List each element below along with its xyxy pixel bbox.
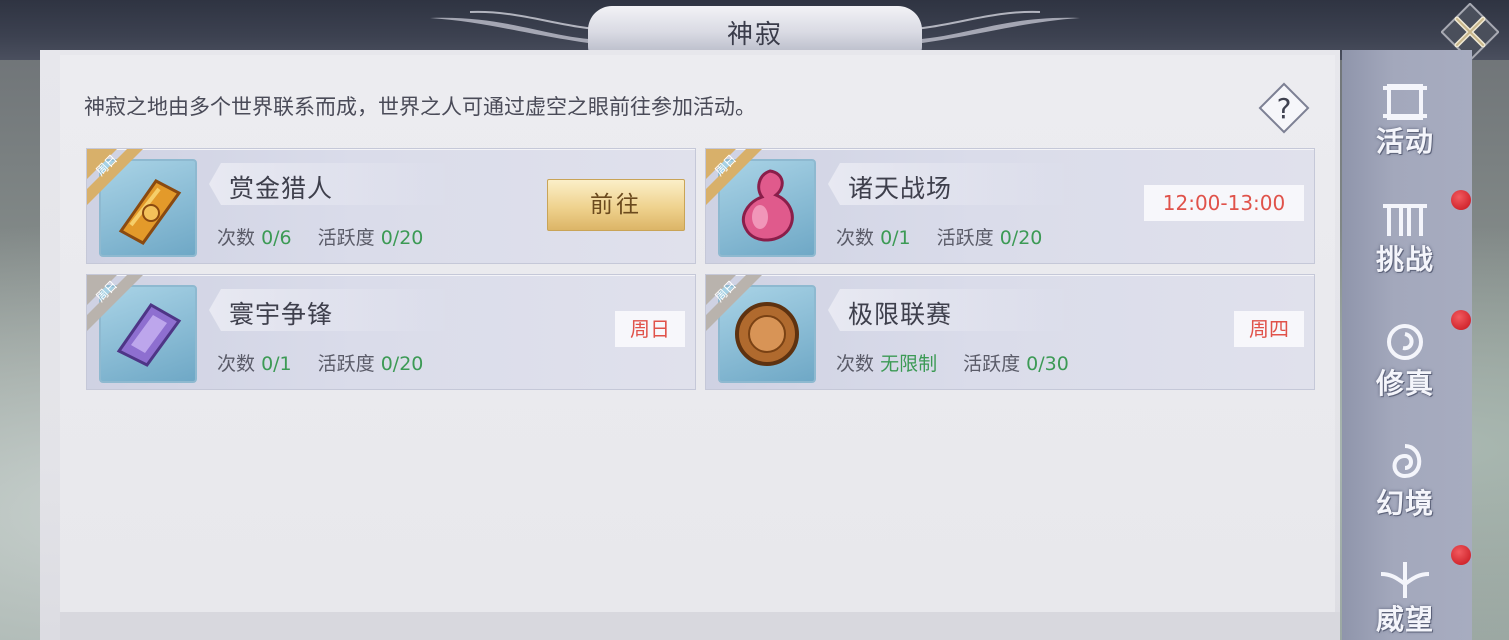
swirl-icon: [1387, 324, 1423, 360]
sidebar-item-label: 威望: [1375, 603, 1434, 636]
scroll-icon: [1383, 84, 1427, 120]
activity-label: 活跃度: [963, 353, 1021, 375]
weekly-ribbon: 周日: [706, 275, 762, 331]
activity-card-battlefield[interactable]: 周日 诸天战场 次数 0/1 活跃度 0/20 12:00-13:00: [705, 148, 1315, 264]
activity-value: 0/20: [999, 227, 1043, 249]
activity-name: 赏金猎人: [229, 174, 334, 203]
activity-label: 活跃度: [317, 227, 375, 249]
intro-text: 神寂之地由多个世界联系而成，世界之人可通过虚空之眼前往参加活动。: [84, 95, 756, 119]
count-label: 次数: [836, 353, 875, 375]
weekly-ribbon: 周日: [87, 275, 143, 331]
question-icon: ?: [1258, 82, 1310, 134]
sidebar-item-label: 活动: [1375, 125, 1434, 158]
title-ornament-left: [430, 10, 610, 46]
activity-card-extreme-league[interactable]: 周日 极限联赛 次数 无限制 活跃度 0/30 周四: [705, 274, 1315, 390]
go-button[interactable]: 前往: [547, 179, 685, 231]
time-window: 12:00-13:00: [1144, 185, 1304, 221]
notification-dot-cultivation: [1451, 310, 1471, 330]
sidebar-item-prestige[interactable]: 威望: [1360, 560, 1450, 638]
open-day: 周日: [615, 311, 685, 347]
sidebar-item-challenge[interactable]: 挑战: [1360, 200, 1450, 278]
sidebar-item-label: 修真: [1375, 367, 1434, 400]
notification-dot-prestige: [1451, 545, 1471, 565]
activity-stats: 次数 无限制 活跃度 0/30: [836, 349, 1069, 376]
panel-footer-strip: [60, 612, 1340, 640]
activity-stats: 次数 0/1 活跃度 0/20: [217, 349, 423, 376]
sidebar-item-label: 幻境: [1375, 487, 1434, 520]
count-value: 0/1: [880, 227, 911, 249]
sidebar-item-activity[interactable]: 活动: [1360, 82, 1450, 160]
activity-name: 诸天战场: [848, 174, 953, 203]
weekly-ribbon: 周日: [87, 149, 143, 205]
gate-icon: [1383, 204, 1427, 236]
help-button[interactable]: ?: [1256, 80, 1312, 136]
svg-text:?: ?: [1277, 92, 1292, 125]
activity-name: 寰宇争锋: [229, 300, 334, 329]
count-label: 次数: [217, 227, 256, 249]
activity-name: 极限联赛: [848, 300, 953, 329]
activity-value: 0/20: [380, 227, 424, 249]
activity-card-bounty-hunter[interactable]: 周日 赏金猎人 次数 0/6 活跃度 0/20 前往: [86, 148, 696, 264]
sidebar-item-cultivation[interactable]: 修真: [1360, 320, 1450, 402]
notification-dot-challenge: [1451, 190, 1471, 210]
count-value: 无限制: [880, 353, 938, 375]
weekly-ribbon: 周日: [706, 149, 762, 205]
activity-stats: 次数 0/1 活跃度 0/20: [836, 223, 1042, 250]
winged-sword-icon: [1380, 562, 1430, 598]
title-ornament-right: [900, 10, 1080, 46]
count-value: 0/1: [261, 353, 292, 375]
activity-stats: 次数 0/6 活跃度 0/20: [217, 223, 423, 250]
sidebar-item-label: 挑战: [1375, 243, 1434, 276]
activity-label: 活跃度: [317, 353, 375, 375]
sidebar-item-illusion[interactable]: 幻境: [1360, 440, 1450, 522]
activity-value: 0/30: [1026, 353, 1069, 375]
activity-label: 活跃度: [936, 227, 994, 249]
count-value: 0/6: [261, 227, 292, 249]
open-day: 周四: [1234, 311, 1304, 347]
activity-value: 0/20: [380, 353, 424, 375]
window-title: 神寂: [726, 20, 783, 50]
count-label: 次数: [217, 353, 256, 375]
count-label: 次数: [836, 227, 875, 249]
activity-card-universe-contest[interactable]: 周日 寰宇争锋 次数 0/1 活跃度 0/20 周日: [86, 274, 696, 390]
spiral-icon: [1392, 444, 1422, 479]
